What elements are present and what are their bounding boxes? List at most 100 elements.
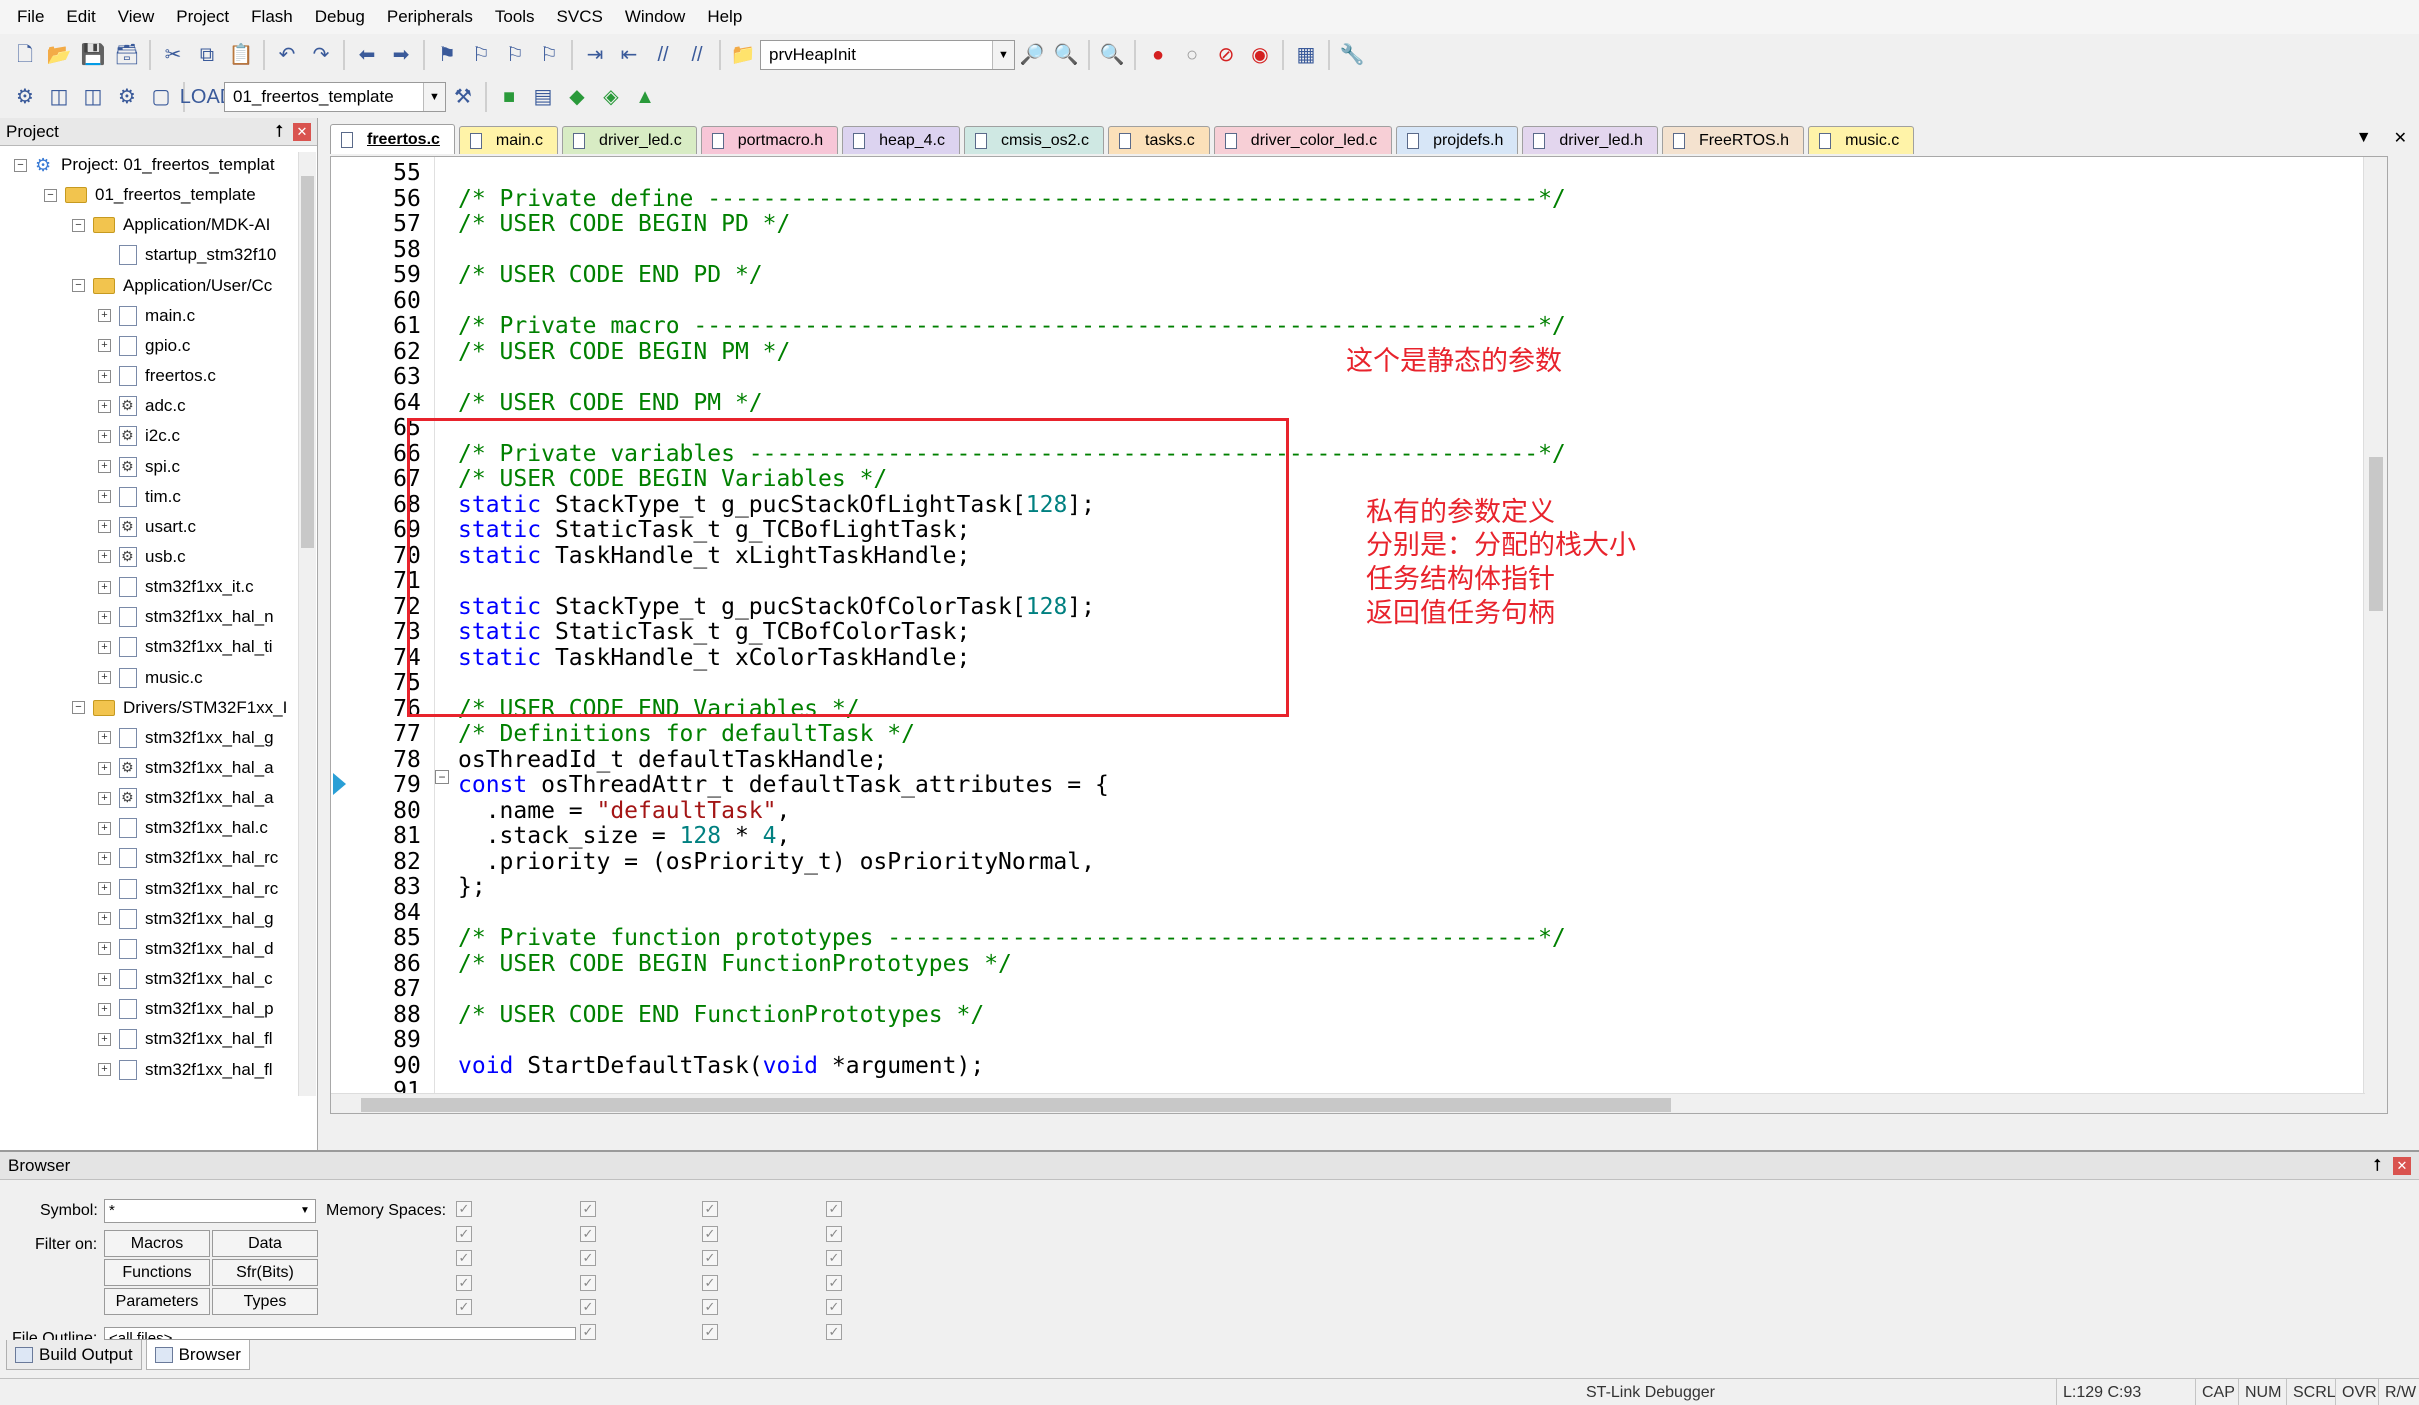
prev-bookmark-icon[interactable]: ⚐ (464, 38, 498, 72)
copy-icon[interactable]: ⧉ (190, 38, 224, 72)
memory-space-checkbox[interactable]: ✓ (580, 1225, 596, 1242)
editor-tab[interactable]: freertos.c (330, 124, 455, 154)
tree-vertical-scrollbar[interactable] (298, 152, 316, 1096)
editor-tab[interactable]: heap_4.c (842, 126, 960, 154)
enable-breakpoint-icon[interactable]: ○ (1175, 38, 1209, 72)
memory-space-checkbox[interactable]: ✓ (826, 1225, 842, 1242)
tree-item[interactable]: + stm32f1xx_hal_rc (98, 843, 278, 873)
redo-icon[interactable]: ↷ (304, 38, 338, 72)
tree-item[interactable]: + i2c.c (98, 421, 180, 451)
filter-parameters-button[interactable]: Parameters (104, 1288, 210, 1315)
editor-tab[interactable]: tasks.c (1108, 126, 1210, 154)
tree-item[interactable]: + stm32f1xx_hal_n (98, 602, 274, 632)
expand-icon[interactable]: + (98, 460, 111, 473)
bookmark-icon[interactable]: ⚑ (430, 38, 464, 72)
unindent-icon[interactable]: ⇤ (612, 38, 646, 72)
file-outline-select[interactable]: <all files> (104, 1327, 576, 1340)
memory-space-checkbox[interactable]: ✓ (580, 1250, 596, 1266)
editor-tab[interactable]: main.c (458, 126, 559, 154)
pin-icon[interactable]: ⭡ (275, 122, 283, 142)
editor-tab[interactable]: driver_led.h (1522, 126, 1658, 154)
find-in-files-icon[interactable]: 📁 (726, 38, 760, 72)
scroll-thumb[interactable] (361, 1098, 1671, 1112)
nav-back-icon[interactable]: ⬅ (350, 38, 384, 72)
expand-icon[interactable]: + (98, 1002, 111, 1016)
expand-icon[interactable]: + (98, 550, 111, 564)
expand-icon[interactable]: + (98, 791, 111, 805)
expand-icon[interactable]: + (98, 399, 111, 413)
output-tab-build-output[interactable]: Build Output (6, 1340, 142, 1370)
rebuild-icon[interactable]: ◫ (76, 80, 110, 114)
expand-icon[interactable]: + (98, 309, 111, 323)
expand-icon[interactable]: + (98, 610, 111, 624)
editor-vertical-scrollbar[interactable] (2363, 157, 2387, 1113)
menu-file[interactable]: File (6, 0, 55, 34)
expand-icon[interactable]: + (98, 640, 111, 654)
tree-item[interactable]: + stm32f1xx_hal_fl (98, 1055, 273, 1085)
save-all-icon[interactable]: 🗃 (110, 38, 144, 72)
memory-space-checkbox[interactable]: ✓ (826, 1201, 842, 1217)
find-combo[interactable]: prvHeapInit ▼ (760, 40, 1015, 70)
tree-item[interactable]: + gpio.c (98, 331, 190, 361)
tree-item[interactable]: + stm32f1xx_hal_d (98, 934, 274, 964)
tree-item[interactable]: + main.c (98, 301, 195, 331)
tree-item[interactable]: + adc.c (98, 391, 186, 421)
menu-flash[interactable]: Flash (240, 0, 304, 34)
chevron-down-icon[interactable]: ▼ (992, 41, 1014, 69)
cut-icon[interactable]: ✂ (156, 38, 190, 72)
editor-tab[interactable]: portmacro.h (700, 126, 839, 154)
disable-breakpoints-icon[interactable]: ⊘ (1209, 38, 1243, 72)
menu-window[interactable]: Window (614, 0, 696, 34)
manage-components-icon[interactable]: ■ (492, 80, 526, 114)
kill-breakpoints-icon[interactable]: ◉ (1243, 38, 1277, 72)
expand-icon[interactable]: + (98, 1063, 111, 1076)
tree-item[interactable]: + stm32f1xx_hal_p (98, 994, 274, 1024)
memory-space-checkbox[interactable]: ✓ (456, 1299, 472, 1315)
chevron-down-icon[interactable]: ▼ (295, 1200, 315, 1222)
pack-installer-icon[interactable]: ◈ (594, 80, 628, 114)
filter-functions-button[interactable]: Functions (104, 1259, 210, 1286)
tree-item[interactable]: + stm32f1xx_hal_a (98, 783, 274, 813)
memory-space-checkbox[interactable]: ✓ (456, 1250, 472, 1266)
output-tab-browser[interactable]: Browser (145, 1340, 250, 1370)
scroll-thumb[interactable] (2369, 457, 2383, 611)
undo-icon[interactable]: ↶ (270, 38, 304, 72)
tree-item[interactable]: + stm32f1xx_hal_a (98, 753, 274, 783)
memory-space-checkbox[interactable]: ✓ (702, 1323, 718, 1340)
scroll-thumb[interactable] (301, 176, 314, 548)
debug-session-icon[interactable]: 🔍 (1095, 38, 1129, 72)
editor-tab[interactable]: music.c (1808, 126, 1915, 154)
memory-space-checkbox[interactable]: ✓ (702, 1250, 718, 1266)
menu-svcs[interactable]: SVCS (546, 0, 614, 34)
next-bookmark-icon[interactable]: ⚐ (498, 38, 532, 72)
collapse-icon[interactable]: − (44, 188, 57, 202)
paste-icon[interactable]: 📋 (224, 38, 258, 72)
tree-item[interactable]: − Drivers/STM32F1xx_I (72, 693, 287, 723)
collapse-icon[interactable]: − (14, 158, 27, 172)
collapse-icon[interactable]: − (72, 279, 85, 293)
tree-item[interactable]: + stm32f1xx_hal_rc (98, 874, 278, 904)
memory-space-checkbox[interactable]: ✓ (702, 1274, 718, 1291)
expand-icon[interactable]: + (98, 821, 111, 835)
translate-icon[interactable]: ⚙ (8, 80, 42, 114)
tree-item[interactable]: + stm32f1xx_hal_g (98, 904, 274, 934)
expand-icon[interactable]: + (98, 369, 111, 383)
tree-item[interactable]: + usart.c (98, 512, 196, 542)
pin-icon[interactable]: ⭡ (2373, 1156, 2381, 1176)
tree-item[interactable]: + tim.c (98, 482, 181, 512)
filter-sfrbits-button[interactable]: Sfr(Bits) (212, 1259, 318, 1286)
memory-space-checkbox[interactable]: ✓ (580, 1201, 596, 1217)
menu-view[interactable]: View (107, 0, 166, 34)
memory-space-checkbox[interactable]: ✓ (702, 1299, 718, 1315)
file-extensions-icon[interactable]: ▤ (526, 80, 560, 114)
expand-icon[interactable]: + (98, 520, 111, 534)
filter-macros-button[interactable]: Macros (104, 1230, 210, 1257)
select-packs-icon[interactable]: ◆ (560, 80, 594, 114)
expand-icon[interactable]: + (98, 942, 111, 956)
expand-icon[interactable]: + (98, 339, 111, 353)
memory-space-checkbox[interactable]: ✓ (456, 1274, 472, 1291)
expand-icon[interactable]: + (98, 490, 111, 504)
tree-item[interactable]: + stm32f1xx_it.c (98, 572, 254, 602)
window-layout-icon[interactable]: ▦ (1289, 38, 1323, 72)
memory-space-checkbox[interactable]: ✓ (826, 1274, 842, 1291)
